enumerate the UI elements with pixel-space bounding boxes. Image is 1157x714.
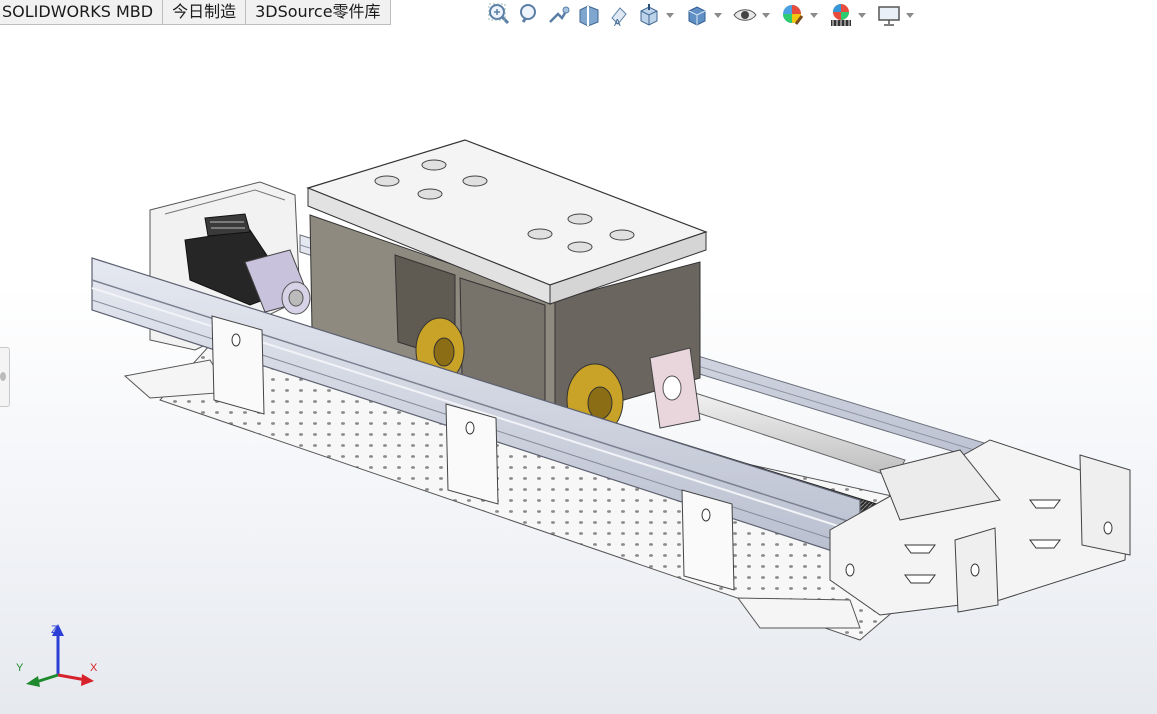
z-axis-label: Z <box>51 624 58 636</box>
reference-triad: Z X Y <box>10 620 110 700</box>
apply-scene-dropdown[interactable] <box>856 0 868 30</box>
section-view-icon[interactable] <box>574 0 604 30</box>
heads-up-view-toolbar: A <box>484 0 922 30</box>
dynamic-annotation-views-icon[interactable]: A <box>604 0 634 30</box>
x-axis-label: X <box>90 662 98 674</box>
view-orientation-dropdown[interactable] <box>664 0 676 30</box>
base-plate-bottom-tab <box>737 597 861 629</box>
zoom-to-fit-icon[interactable] <box>484 0 514 30</box>
hide-show-items-icon[interactable] <box>730 0 760 30</box>
display-style-dropdown[interactable] <box>712 0 724 30</box>
edit-appearance-icon[interactable] <box>778 0 808 30</box>
apply-scene-icon[interactable] <box>826 0 856 30</box>
view-settings-dropdown[interactable] <box>904 0 916 30</box>
svg-text:A: A <box>614 18 621 28</box>
previous-view-icon[interactable] <box>544 0 574 30</box>
edit-appearance-dropdown[interactable] <box>808 0 820 30</box>
y-axis-label: Y <box>16 662 24 674</box>
command-manager-tabs: SOLIDWORKS MBD 今日制造 3DSource零件库 <box>0 0 391 25</box>
zoom-to-area-icon[interactable] <box>514 0 544 30</box>
view-orientation-icon[interactable] <box>634 0 664 30</box>
display-style-icon[interactable] <box>682 0 712 30</box>
motor-connector <box>204 213 251 237</box>
tab-solidworks-mbd[interactable]: SOLIDWORKS MBD <box>0 0 164 25</box>
view-settings-icon[interactable] <box>874 0 904 30</box>
tab-today-manufacturing[interactable]: 今日制造 <box>163 0 247 25</box>
tab-3dsource-library[interactable]: 3DSource零件库 <box>246 0 391 25</box>
hide-show-items-dropdown[interactable] <box>760 0 772 30</box>
graphics-area-model[interactable] <box>0 0 1157 714</box>
